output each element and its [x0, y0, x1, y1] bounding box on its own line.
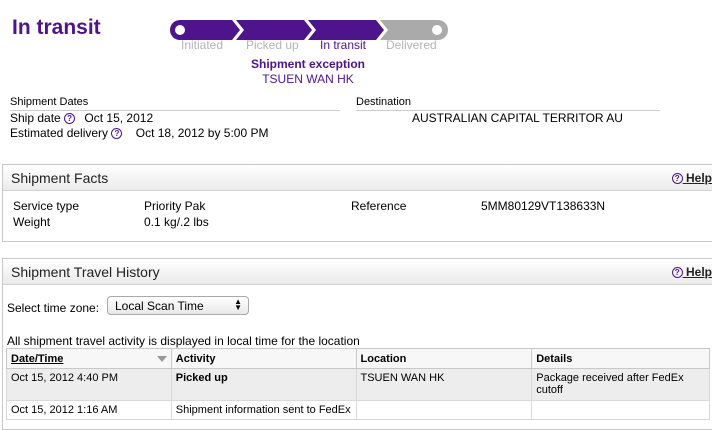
col-location: Location — [355, 348, 533, 369]
est-delivery-label: Estimated delivery — [10, 126, 109, 140]
history-help-link[interactable]: ? Help — [671, 265, 712, 279]
help-label: Help — [685, 265, 712, 279]
progress-bar — [170, 20, 448, 40]
destination-title: Destination — [356, 96, 660, 111]
reference-value: 5MM80129VT138633N — [481, 199, 606, 213]
progress-track — [170, 20, 448, 40]
step-initiated: Initiated — [181, 38, 224, 52]
help-icon[interactable]: ? — [111, 128, 123, 139]
timezone-label: Select time zone: — [7, 301, 100, 315]
sort-desc-icon — [156, 356, 167, 362]
status-title: In transit — [12, 16, 101, 39]
service-type-label: Service type — [13, 199, 80, 213]
col-details: Details — [531, 348, 710, 369]
weight-label: Weight — [13, 215, 51, 229]
travel-history-table: Date/Time Activity Location Details Oct … — [6, 348, 710, 420]
timezone-value: Local Scan Time — [115, 299, 204, 313]
col-datetime-label: Date/Time — [11, 352, 64, 365]
destination: Destination AUSTRALIAN CAPITAL TERRITOR … — [356, 96, 660, 126]
cell-activity: Shipment information sent to FedEx — [170, 400, 357, 420]
service-type-value: Priority Pak — [144, 199, 206, 213]
progress-segment-in-transit — [308, 20, 384, 40]
help-icon[interactable]: ? — [64, 113, 76, 124]
exception-title: Shipment exception — [250, 57, 366, 71]
step-picked-up: Picked up — [246, 38, 299, 52]
step-in-transit: In transit — [320, 38, 367, 52]
table-row: Oct 15, 2012 1:16 AM Shipment informatio… — [6, 400, 710, 420]
reference-label: Reference — [351, 199, 407, 213]
travel-history-panel: Shipment Travel History ? Help Select ti… — [2, 258, 712, 430]
shipment-exception: Shipment exception TSUEN WAN HK — [228, 57, 388, 87]
select-arrows-icon: ▲ ▼ — [234, 297, 242, 312]
cell-location — [355, 400, 533, 420]
table-header-row: Date/Time Activity Location Details — [6, 348, 710, 369]
help-icon: ? — [671, 267, 683, 278]
shipment-facts-title: Shipment Facts — [11, 170, 109, 186]
ship-date-row: Ship date ? Oct 15, 2012 — [10, 111, 340, 126]
local-time-note: All shipment travel activity is displaye… — [7, 334, 360, 348]
shipment-facts-header: Shipment Facts ? Help — [3, 165, 712, 191]
help-icon: ? — [671, 173, 683, 184]
facts-help-link[interactable]: ? Help — [671, 171, 712, 185]
cell-details: Package received after FedEx cutoff — [531, 368, 710, 401]
travel-history-title: Shipment Travel History — [11, 264, 160, 280]
table-row: Oct 15, 2012 4:40 PM Picked up TSUEN WAN… — [6, 368, 710, 401]
col-activity: Activity — [170, 348, 357, 369]
cell-details — [531, 400, 710, 420]
cell-datetime: Oct 15, 2012 4:40 PM — [6, 368, 172, 401]
progress-step-labels: Initiated Picked up In transit Delivered — [170, 38, 460, 54]
ship-date-label: Ship date — [10, 111, 61, 125]
progress-segment-picked-up — [236, 20, 312, 40]
help-label: Help — [685, 171, 712, 185]
step-delivered: Delivered — [386, 38, 437, 52]
exception-location: TSUEN WAN HK — [262, 72, 354, 86]
shipment-facts-panel: Shipment Facts ? Help Service type Prior… — [2, 164, 712, 242]
est-delivery-value: Oct 18, 2012 by 5:00 PM — [135, 126, 269, 140]
ship-date-value: Oct 15, 2012 — [84, 111, 154, 125]
shipment-dates: Shipment Dates Ship date ? Oct 15, 2012 … — [10, 96, 340, 143]
weight-value: 0.1 kg/.2 lbs — [144, 215, 209, 229]
destination-value: AUSTRALIAN CAPITAL TERRITOR AU — [412, 111, 623, 125]
travel-history-header: Shipment Travel History ? Help — [3, 259, 712, 285]
col-datetime[interactable]: Date/Time — [6, 348, 172, 369]
progress-dot-initiated — [175, 25, 185, 35]
est-delivery-row: Estimated delivery ? Oct 18, 2012 by 5:0… — [10, 126, 340, 141]
cell-activity: Picked up — [170, 368, 357, 401]
timezone-select[interactable]: Local Scan Time ▲ ▼ — [107, 296, 249, 315]
shipment-dates-title: Shipment Dates — [10, 96, 340, 111]
cell-datetime: Oct 15, 2012 1:16 AM — [6, 400, 172, 420]
cell-location: TSUEN WAN HK — [355, 368, 533, 401]
progress-dot-current — [432, 25, 442, 35]
